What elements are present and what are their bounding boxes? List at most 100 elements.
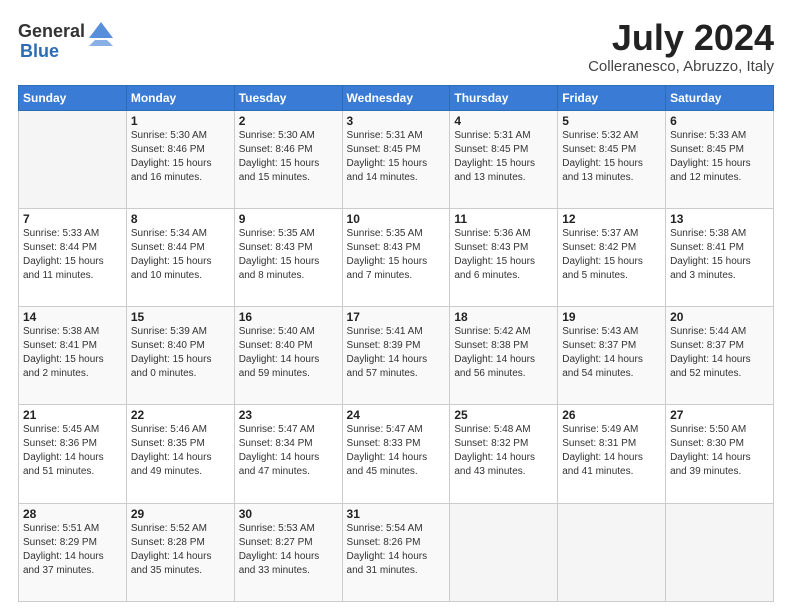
day-number: 30 bbox=[239, 507, 338, 521]
weekday-header-saturday: Saturday bbox=[666, 85, 774, 110]
day-info: Sunrise: 5:34 AMSunset: 8:44 PMDaylight:… bbox=[131, 227, 230, 283]
day-info: Sunrise: 5:42 AMSunset: 8:38 PMDaylight:… bbox=[454, 325, 553, 381]
calendar-cell bbox=[19, 110, 127, 208]
day-number: 3 bbox=[347, 114, 446, 128]
day-number: 11 bbox=[454, 212, 553, 226]
day-info: Sunrise: 5:45 AMSunset: 8:36 PMDaylight:… bbox=[23, 423, 122, 479]
calendar-cell: 27Sunrise: 5:50 AMSunset: 8:30 PMDayligh… bbox=[666, 405, 774, 503]
calendar-cell: 6Sunrise: 5:33 AMSunset: 8:45 PMDaylight… bbox=[666, 110, 774, 208]
logo: General Blue bbox=[18, 18, 115, 62]
day-number: 8 bbox=[131, 212, 230, 226]
weekday-header-monday: Monday bbox=[126, 85, 234, 110]
day-info: Sunrise: 5:52 AMSunset: 8:28 PMDaylight:… bbox=[131, 522, 230, 578]
calendar-cell: 13Sunrise: 5:38 AMSunset: 8:41 PMDayligh… bbox=[666, 208, 774, 306]
day-info: Sunrise: 5:48 AMSunset: 8:32 PMDaylight:… bbox=[454, 423, 553, 479]
day-number: 22 bbox=[131, 408, 230, 422]
day-info: Sunrise: 5:39 AMSunset: 8:40 PMDaylight:… bbox=[131, 325, 230, 381]
day-number: 23 bbox=[239, 408, 338, 422]
day-number: 2 bbox=[239, 114, 338, 128]
day-info: Sunrise: 5:30 AMSunset: 8:46 PMDaylight:… bbox=[239, 129, 338, 185]
day-number: 21 bbox=[23, 408, 122, 422]
calendar-cell: 9Sunrise: 5:35 AMSunset: 8:43 PMDaylight… bbox=[234, 208, 342, 306]
calendar-cell: 29Sunrise: 5:52 AMSunset: 8:28 PMDayligh… bbox=[126, 503, 234, 601]
calendar-cell: 28Sunrise: 5:51 AMSunset: 8:29 PMDayligh… bbox=[19, 503, 127, 601]
day-number: 31 bbox=[347, 507, 446, 521]
day-info: Sunrise: 5:38 AMSunset: 8:41 PMDaylight:… bbox=[23, 325, 122, 381]
weekday-header-wednesday: Wednesday bbox=[342, 85, 450, 110]
day-info: Sunrise: 5:41 AMSunset: 8:39 PMDaylight:… bbox=[347, 325, 446, 381]
calendar-cell: 5Sunrise: 5:32 AMSunset: 8:45 PMDaylight… bbox=[558, 110, 666, 208]
day-number: 27 bbox=[670, 408, 769, 422]
day-number: 1 bbox=[131, 114, 230, 128]
calendar-location: Colleranesco, Abruzzo, Italy bbox=[588, 58, 774, 75]
day-info: Sunrise: 5:43 AMSunset: 8:37 PMDaylight:… bbox=[562, 325, 661, 381]
day-info: Sunrise: 5:37 AMSunset: 8:42 PMDaylight:… bbox=[562, 227, 661, 283]
day-number: 10 bbox=[347, 212, 446, 226]
day-info: Sunrise: 5:31 AMSunset: 8:45 PMDaylight:… bbox=[454, 129, 553, 185]
day-number: 29 bbox=[131, 507, 230, 521]
calendar-cell: 2Sunrise: 5:30 AMSunset: 8:46 PMDaylight… bbox=[234, 110, 342, 208]
header: General Blue July 2024 Colleranesco, Abr… bbox=[18, 18, 774, 75]
calendar-cell: 4Sunrise: 5:31 AMSunset: 8:45 PMDaylight… bbox=[450, 110, 558, 208]
calendar-cell: 20Sunrise: 5:44 AMSunset: 8:37 PMDayligh… bbox=[666, 307, 774, 405]
calendar-cell: 21Sunrise: 5:45 AMSunset: 8:36 PMDayligh… bbox=[19, 405, 127, 503]
day-info: Sunrise: 5:33 AMSunset: 8:45 PMDaylight:… bbox=[670, 129, 769, 185]
day-info: Sunrise: 5:35 AMSunset: 8:43 PMDaylight:… bbox=[239, 227, 338, 283]
day-info: Sunrise: 5:44 AMSunset: 8:37 PMDaylight:… bbox=[670, 325, 769, 381]
calendar-cell: 31Sunrise: 5:54 AMSunset: 8:26 PMDayligh… bbox=[342, 503, 450, 601]
day-info: Sunrise: 5:54 AMSunset: 8:26 PMDaylight:… bbox=[347, 522, 446, 578]
day-number: 20 bbox=[670, 310, 769, 324]
weekday-header-thursday: Thursday bbox=[450, 85, 558, 110]
day-info: Sunrise: 5:47 AMSunset: 8:33 PMDaylight:… bbox=[347, 423, 446, 479]
day-number: 9 bbox=[239, 212, 338, 226]
calendar-cell bbox=[558, 503, 666, 601]
calendar-cell: 1Sunrise: 5:30 AMSunset: 8:46 PMDaylight… bbox=[126, 110, 234, 208]
calendar-table: SundayMondayTuesdayWednesdayThursdayFrid… bbox=[18, 85, 774, 602]
calendar-cell: 25Sunrise: 5:48 AMSunset: 8:32 PMDayligh… bbox=[450, 405, 558, 503]
calendar-cell: 11Sunrise: 5:36 AMSunset: 8:43 PMDayligh… bbox=[450, 208, 558, 306]
calendar-cell: 16Sunrise: 5:40 AMSunset: 8:40 PMDayligh… bbox=[234, 307, 342, 405]
day-number: 17 bbox=[347, 310, 446, 324]
logo-general-text: General bbox=[18, 22, 85, 42]
calendar-cell: 10Sunrise: 5:35 AMSunset: 8:43 PMDayligh… bbox=[342, 208, 450, 306]
calendar-cell: 19Sunrise: 5:43 AMSunset: 8:37 PMDayligh… bbox=[558, 307, 666, 405]
day-number: 4 bbox=[454, 114, 553, 128]
day-number: 15 bbox=[131, 310, 230, 324]
day-info: Sunrise: 5:36 AMSunset: 8:43 PMDaylight:… bbox=[454, 227, 553, 283]
calendar-cell: 30Sunrise: 5:53 AMSunset: 8:27 PMDayligh… bbox=[234, 503, 342, 601]
calendar-week-4: 21Sunrise: 5:45 AMSunset: 8:36 PMDayligh… bbox=[19, 405, 774, 503]
calendar-cell: 12Sunrise: 5:37 AMSunset: 8:42 PMDayligh… bbox=[558, 208, 666, 306]
day-number: 6 bbox=[670, 114, 769, 128]
day-number: 18 bbox=[454, 310, 553, 324]
calendar-cell: 15Sunrise: 5:39 AMSunset: 8:40 PMDayligh… bbox=[126, 307, 234, 405]
calendar-cell: 17Sunrise: 5:41 AMSunset: 8:39 PMDayligh… bbox=[342, 307, 450, 405]
day-info: Sunrise: 5:31 AMSunset: 8:45 PMDaylight:… bbox=[347, 129, 446, 185]
day-info: Sunrise: 5:38 AMSunset: 8:41 PMDaylight:… bbox=[670, 227, 769, 283]
day-info: Sunrise: 5:32 AMSunset: 8:45 PMDaylight:… bbox=[562, 129, 661, 185]
day-info: Sunrise: 5:35 AMSunset: 8:43 PMDaylight:… bbox=[347, 227, 446, 283]
calendar-cell: 3Sunrise: 5:31 AMSunset: 8:45 PMDaylight… bbox=[342, 110, 450, 208]
calendar-cell: 26Sunrise: 5:49 AMSunset: 8:31 PMDayligh… bbox=[558, 405, 666, 503]
day-number: 28 bbox=[23, 507, 122, 521]
calendar-cell: 23Sunrise: 5:47 AMSunset: 8:34 PMDayligh… bbox=[234, 405, 342, 503]
day-number: 12 bbox=[562, 212, 661, 226]
calendar-cell bbox=[450, 503, 558, 601]
day-number: 13 bbox=[670, 212, 769, 226]
day-number: 25 bbox=[454, 408, 553, 422]
day-info: Sunrise: 5:30 AMSunset: 8:46 PMDaylight:… bbox=[131, 129, 230, 185]
day-info: Sunrise: 5:53 AMSunset: 8:27 PMDaylight:… bbox=[239, 522, 338, 578]
calendar-cell: 14Sunrise: 5:38 AMSunset: 8:41 PMDayligh… bbox=[19, 307, 127, 405]
day-number: 19 bbox=[562, 310, 661, 324]
day-info: Sunrise: 5:40 AMSunset: 8:40 PMDaylight:… bbox=[239, 325, 338, 381]
calendar-cell: 24Sunrise: 5:47 AMSunset: 8:33 PMDayligh… bbox=[342, 405, 450, 503]
calendar-cell: 8Sunrise: 5:34 AMSunset: 8:44 PMDaylight… bbox=[126, 208, 234, 306]
day-number: 5 bbox=[562, 114, 661, 128]
title-block: July 2024 Colleranesco, Abruzzo, Italy bbox=[588, 18, 774, 75]
day-number: 26 bbox=[562, 408, 661, 422]
day-info: Sunrise: 5:47 AMSunset: 8:34 PMDaylight:… bbox=[239, 423, 338, 479]
calendar-week-3: 14Sunrise: 5:38 AMSunset: 8:41 PMDayligh… bbox=[19, 307, 774, 405]
calendar-cell: 7Sunrise: 5:33 AMSunset: 8:44 PMDaylight… bbox=[19, 208, 127, 306]
weekday-header-tuesday: Tuesday bbox=[234, 85, 342, 110]
weekday-header-friday: Friday bbox=[558, 85, 666, 110]
calendar-header-row: SundayMondayTuesdayWednesdayThursdayFrid… bbox=[19, 85, 774, 110]
